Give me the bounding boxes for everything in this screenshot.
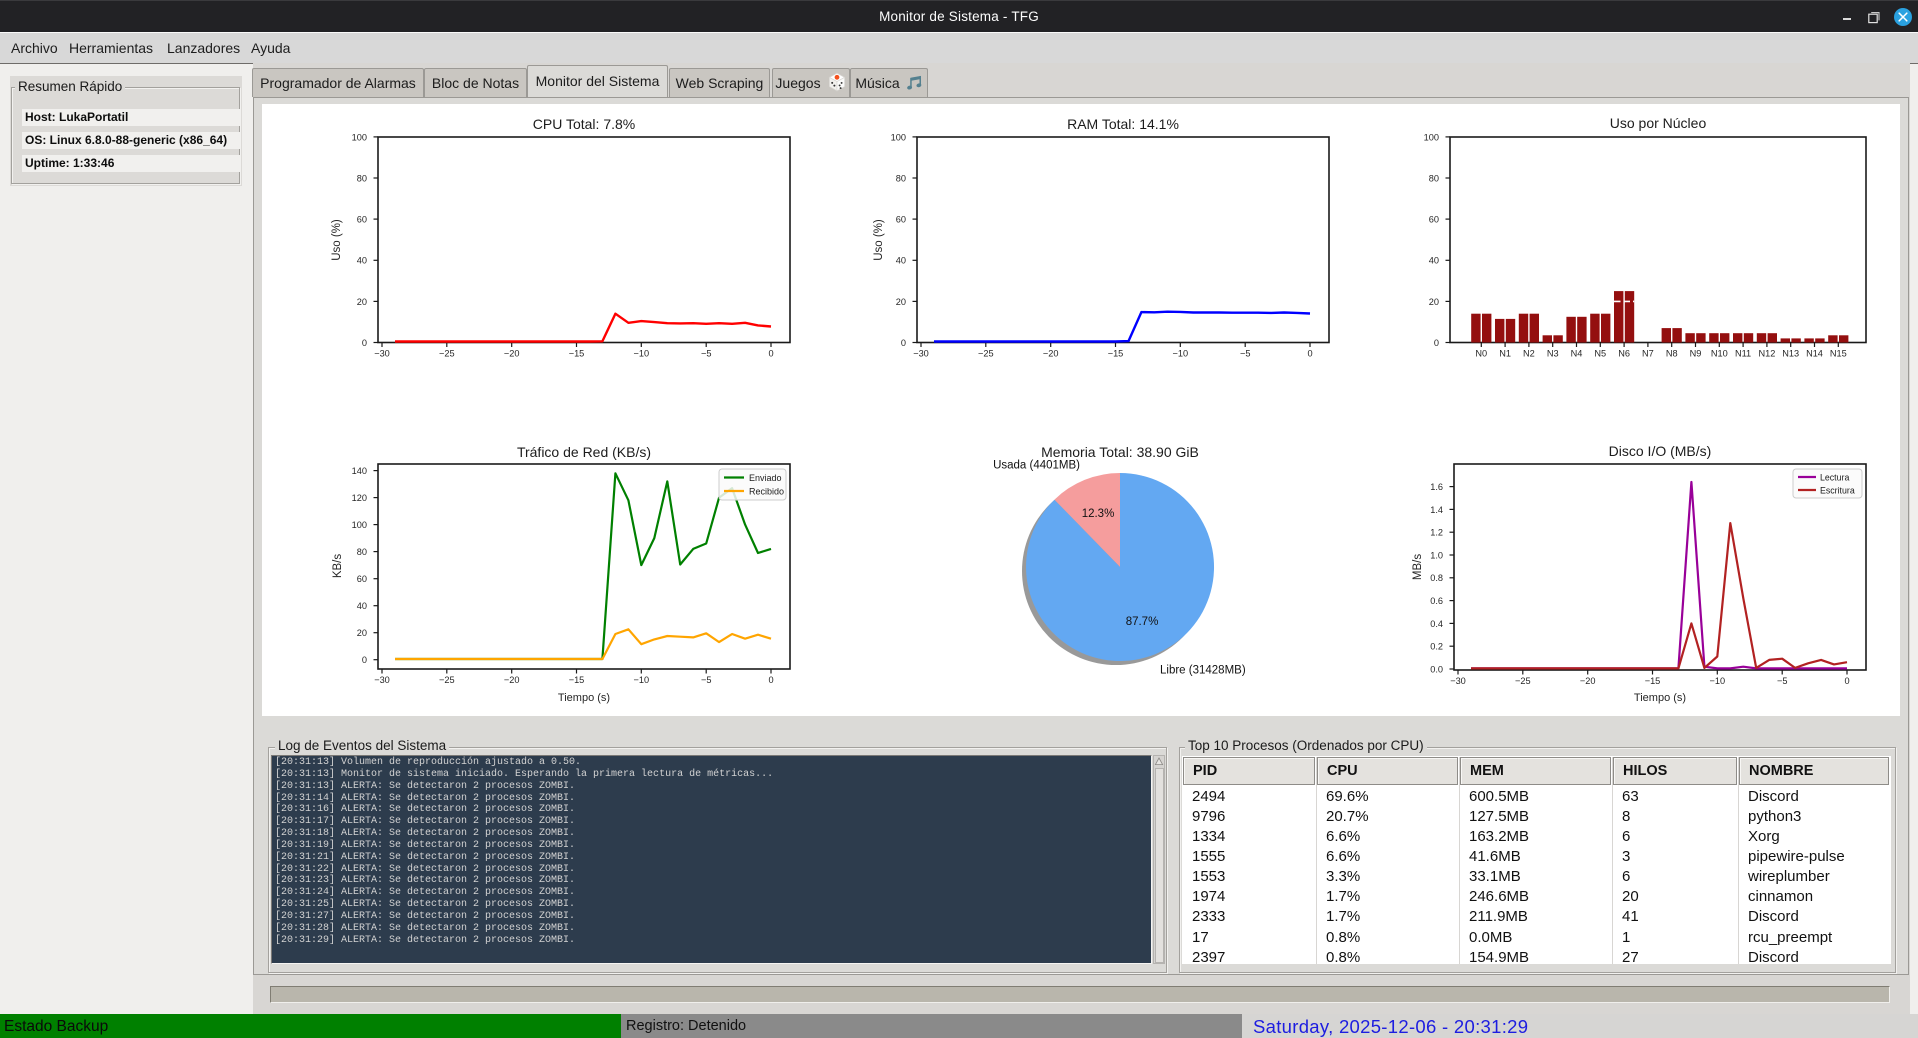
svg-text:N11: N11 (1735, 349, 1751, 359)
svg-text:N15: N15 (1830, 349, 1847, 359)
svg-text:Escritura: Escritura (1820, 486, 1855, 496)
svg-text:−20: −20 (504, 675, 520, 685)
svg-text:N14: N14 (1806, 349, 1823, 359)
svg-text:80: 80 (357, 173, 367, 183)
svg-text:Lectura: Lectura (1820, 473, 1849, 483)
svg-text:100: 100 (352, 520, 367, 530)
svg-text:40: 40 (357, 601, 367, 611)
svg-text:0: 0 (362, 655, 367, 665)
svg-text:N4: N4 (1571, 349, 1583, 359)
svg-text:Tiempo (s): Tiempo (s) (1634, 692, 1686, 704)
svg-text:20: 20 (357, 297, 367, 307)
svg-text:−10: −10 (634, 349, 650, 359)
svg-text:N12: N12 (1758, 349, 1775, 359)
svg-text:−10: −10 (1710, 676, 1726, 686)
svg-text:RAM Total: 14.1%: RAM Total: 14.1% (1067, 116, 1179, 132)
svg-text:1.6: 1.6 (1430, 482, 1443, 492)
svg-text:N2: N2 (1523, 349, 1535, 359)
svg-text:0: 0 (768, 349, 773, 359)
svg-text:−30: −30 (913, 349, 929, 359)
svg-text:87.7%: 87.7% (1126, 616, 1159, 628)
svg-text:CPU Total: 7.8%: CPU Total: 7.8% (533, 116, 635, 132)
svg-text:0: 0 (901, 338, 906, 348)
svg-text:60: 60 (896, 215, 906, 225)
svg-text:0: 0 (362, 338, 367, 348)
svg-text:N0: N0 (1475, 349, 1487, 359)
svg-text:40: 40 (357, 256, 367, 266)
svg-text:100: 100 (891, 132, 906, 142)
svg-text:100: 100 (352, 132, 367, 142)
svg-text:0: 0 (1844, 676, 1849, 686)
svg-text:N9: N9 (1690, 349, 1702, 359)
svg-text:N8: N8 (1666, 349, 1678, 359)
svg-text:0: 0 (1307, 349, 1312, 359)
svg-text:0: 0 (768, 675, 773, 685)
svg-text:−15: −15 (569, 675, 585, 685)
svg-text:20: 20 (896, 297, 906, 307)
svg-text:−30: −30 (374, 349, 390, 359)
svg-text:−25: −25 (1515, 676, 1531, 686)
svg-text:−20: −20 (504, 349, 520, 359)
svg-text:Uso (%): Uso (%) (331, 219, 343, 261)
svg-text:MB/s: MB/s (1412, 554, 1424, 580)
svg-text:1.0: 1.0 (1430, 550, 1443, 560)
svg-text:1.4: 1.4 (1430, 505, 1443, 515)
svg-text:40: 40 (896, 256, 906, 266)
svg-text:−30: −30 (1450, 676, 1466, 686)
svg-text:−5: −5 (701, 675, 711, 685)
svg-text:−15: −15 (569, 349, 585, 359)
svg-text:−5: −5 (1240, 349, 1250, 359)
svg-text:0.8: 0.8 (1430, 573, 1443, 583)
svg-text:0.4: 0.4 (1430, 619, 1443, 629)
svg-text:120: 120 (352, 493, 367, 503)
svg-text:N13: N13 (1782, 349, 1799, 359)
svg-text:N5: N5 (1594, 349, 1606, 359)
svg-text:80: 80 (357, 547, 367, 557)
svg-text:−30: −30 (374, 675, 390, 685)
svg-text:N10: N10 (1711, 349, 1728, 359)
svg-text:20: 20 (357, 628, 367, 638)
svg-text:−20: −20 (1580, 676, 1596, 686)
svg-text:KB/s: KB/s (332, 554, 344, 579)
svg-text:60: 60 (357, 215, 367, 225)
svg-text:−10: −10 (634, 675, 650, 685)
svg-text:Disco I/O (MB/s): Disco I/O (MB/s) (1609, 443, 1712, 459)
svg-text:0.2: 0.2 (1430, 642, 1443, 652)
svg-text:N3: N3 (1547, 349, 1559, 359)
svg-text:−25: −25 (439, 349, 455, 359)
svg-text:80: 80 (1429, 173, 1439, 183)
svg-text:Usada (4401MB): Usada (4401MB) (993, 460, 1080, 472)
svg-text:12.3%: 12.3% (1082, 508, 1115, 520)
svg-text:Libre (31428MB): Libre (31428MB) (1160, 664, 1246, 676)
svg-text:Tráfico de Red (KB/s): Tráfico de Red (KB/s) (517, 444, 651, 460)
svg-text:Memoria Total: 38.90 GiB: Memoria Total: 38.90 GiB (1041, 444, 1199, 460)
svg-text:40: 40 (1429, 256, 1439, 266)
svg-text:140: 140 (352, 466, 367, 476)
svg-text:Tiempo (s): Tiempo (s) (558, 692, 610, 704)
svg-text:0.6: 0.6 (1430, 596, 1443, 606)
svg-text:−5: −5 (701, 349, 711, 359)
svg-text:1.2: 1.2 (1430, 528, 1443, 538)
svg-text:20: 20 (1429, 297, 1439, 307)
svg-text:60: 60 (1429, 215, 1439, 225)
svg-text:−20: −20 (1043, 349, 1059, 359)
svg-text:80: 80 (896, 173, 906, 183)
svg-text:N6: N6 (1618, 349, 1630, 359)
svg-text:N1: N1 (1499, 349, 1511, 359)
svg-text:Uso por Núcleo: Uso por Núcleo (1610, 115, 1707, 131)
svg-text:Enviado: Enviado (749, 473, 782, 483)
svg-text:−10: −10 (1173, 349, 1189, 359)
svg-text:Recibido: Recibido (749, 487, 784, 497)
svg-text:−25: −25 (978, 349, 994, 359)
svg-text:0.0: 0.0 (1430, 664, 1443, 674)
svg-text:−25: −25 (439, 675, 455, 685)
svg-text:Uso (%): Uso (%) (873, 219, 885, 261)
svg-text:−15: −15 (1108, 349, 1124, 359)
svg-text:−5: −5 (1777, 676, 1787, 686)
svg-text:N7: N7 (1642, 349, 1654, 359)
svg-text:−15: −15 (1645, 676, 1661, 686)
svg-text:100: 100 (1424, 132, 1439, 142)
svg-text:0: 0 (1434, 338, 1439, 348)
svg-text:60: 60 (357, 574, 367, 584)
